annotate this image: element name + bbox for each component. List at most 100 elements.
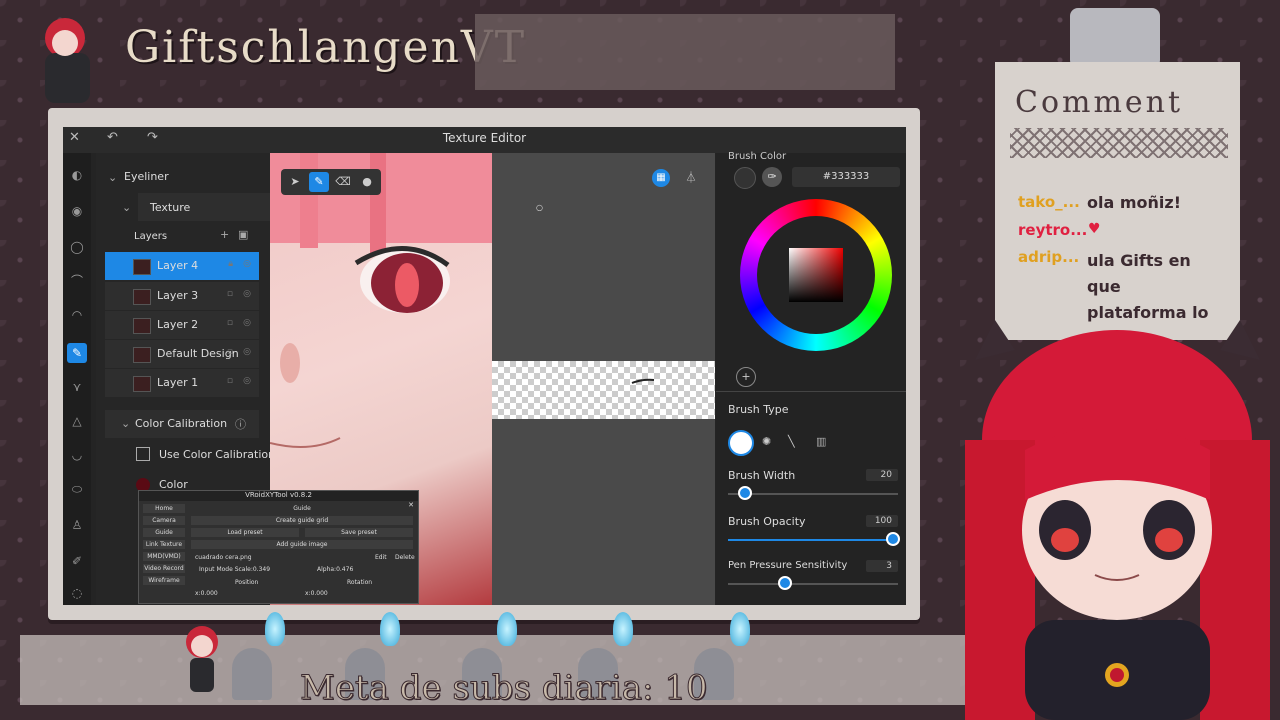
nav-wireframe[interactable]: Wireframe (143, 576, 185, 585)
position-x[interactable]: x:0.000 (195, 590, 218, 597)
accessory-tool-icon[interactable]: ◌ (67, 583, 87, 603)
lock-icon[interactable]: ▫ (227, 318, 233, 328)
nose-tool-icon[interactable]: △ (67, 411, 87, 431)
save-preset-button[interactable]: Save preset (305, 528, 413, 537)
lock-icon[interactable]: 🔒︎ (228, 259, 233, 269)
mirror-toggle-icon[interactable]: ⏃ (682, 169, 700, 187)
brush-width-label: Brush Width (728, 469, 796, 482)
slider-knob[interactable] (738, 486, 752, 500)
add-swatch-icon[interactable]: + (736, 367, 756, 387)
grid-toggle-icon[interactable]: ▦ (652, 169, 670, 187)
visibility-icon[interactable]: ◎ (243, 376, 251, 386)
eye-tool-icon[interactable]: ◉ (67, 201, 87, 221)
wheel-inner (757, 216, 875, 334)
layer-row[interactable]: Layer 2 ▫ ◎ (105, 311, 259, 339)
alpha-value[interactable]: Alpha:0.476 (317, 566, 353, 573)
layer-row[interactable]: Layer 1 ▫ ◎ (105, 369, 259, 397)
input-mode-scale[interactable]: Input Mode Scale:0.349 (199, 566, 270, 573)
edit-button[interactable]: Edit (375, 554, 387, 561)
line-brush-icon[interactable]: ╲ (788, 435, 795, 448)
hair-tool-icon[interactable]: ◐ (67, 165, 87, 185)
nav-mmd[interactable]: MMD(VMD) (143, 552, 185, 561)
lashes-tool-icon[interactable]: ⋎ (67, 377, 87, 397)
import-layer-icon[interactable]: ▣ (238, 228, 248, 241)
round-brush-icon[interactable] (728, 430, 754, 456)
visibility-icon[interactable]: ◎ (243, 318, 251, 328)
comment-message: ola moñiz! (1087, 193, 1181, 212)
channel-title: GiftschlangenVT (125, 22, 527, 73)
nav-home[interactable]: Home (143, 504, 185, 513)
lock-icon[interactable]: ▫ (227, 289, 233, 299)
layer-name: Layer 2 (157, 318, 199, 331)
brush-opacity-value[interactable]: 100 (866, 515, 898, 527)
texture-label[interactable]: Texture (150, 201, 190, 214)
layer-row[interactable]: Default Design ▫ ◎ (105, 340, 259, 368)
nav-camera[interactable]: Camera (143, 516, 185, 525)
load-preset-button[interactable]: Load preset (191, 528, 299, 537)
eyeliner-tool-icon[interactable]: ✎ (67, 343, 87, 363)
current-color-swatch[interactable] (734, 167, 756, 189)
use-color-calibration-label: Use Color Calibration (159, 448, 276, 461)
layer-row[interactable]: Layer 3 ▫ ◎ (105, 282, 259, 310)
slider-knob[interactable] (778, 576, 792, 590)
brush-width-slider[interactable] (728, 486, 898, 500)
pen-pressure-slider[interactable] (728, 576, 898, 590)
visibility-icon[interactable]: ◎ (243, 289, 251, 299)
mouth-tool-icon[interactable]: ◡ (67, 445, 87, 465)
fill-tool-icon[interactable]: ● (357, 172, 377, 192)
comment-user: adrip... (1018, 248, 1080, 266)
nav-link-texture[interactable]: Link Texture (143, 540, 185, 549)
add-guide-image-button[interactable]: Add guide image (191, 540, 413, 549)
texture-canvas[interactable]: ▦ ⏃ ○ (492, 153, 715, 605)
shoe-tool-icon[interactable]: ♙ (67, 515, 87, 535)
layer-name: Layer 4 (157, 259, 199, 272)
vroidxytool-window: VRoidXYTool v0.8.2 ✕ Home Camera Guide L… (138, 490, 419, 604)
lock-icon[interactable]: ▫ (227, 347, 233, 357)
help-icon[interactable]: ⓘ (235, 416, 246, 432)
layer-name: Layer 3 (157, 289, 199, 302)
right-panel: Brush Color ✑ #333333 + Brush Type ✺ ╲ ▥… (716, 151, 906, 605)
nav-video-record[interactable]: Video Record (143, 564, 185, 573)
guide-header: Guide (293, 505, 311, 512)
soft-brush-icon[interactable]: ✺ (762, 435, 771, 448)
eyeliner-label[interactable]: Eyeliner (124, 170, 169, 183)
create-guide-grid-button[interactable]: Create guide grid (191, 516, 413, 525)
brush-type-label: Brush Type (728, 403, 789, 416)
pen-pressure-value[interactable]: 3 (866, 560, 898, 572)
face-tool-icon[interactable]: ◯ (67, 237, 87, 257)
eyeliner-chevron-icon[interactable]: ⌄ (108, 171, 117, 184)
emote-icon: ♥ (1088, 221, 1101, 237)
pen-tool-icon[interactable]: ✐ (67, 551, 87, 571)
lock-icon[interactable]: ▫ (227, 376, 233, 386)
add-layer-icon[interactable]: + (220, 228, 229, 241)
eraser-tool-icon[interactable]: ⌫ (333, 172, 353, 192)
brush-opacity-slider[interactable] (728, 532, 900, 546)
visibility-icon[interactable]: ◎ (243, 347, 251, 357)
hex-input[interactable]: #333333 (792, 167, 900, 187)
layer-row[interactable]: Layer 4 🔒︎ ◎ (105, 252, 259, 280)
calibration-checkbox[interactable] (136, 447, 150, 461)
nav-guide[interactable]: Guide (143, 528, 185, 537)
body-tool-icon[interactable]: ⬭ (67, 479, 87, 499)
ear-tool-icon[interactable]: ◠ (67, 305, 87, 325)
transparent-texture-area (492, 361, 715, 419)
color-calibration-section[interactable]: ⌄ Color Calibration ⓘ (105, 410, 259, 438)
visibility-icon[interactable]: ◎ (243, 259, 251, 269)
layer-thumbnail (133, 347, 151, 363)
rotation-x[interactable]: x:0.000 (305, 590, 328, 597)
eyeliner-stroke (631, 378, 655, 384)
delete-button[interactable]: Delete (395, 554, 415, 561)
pen-tool-icon[interactable]: ✎ (309, 172, 329, 192)
saturation-value-square[interactable] (789, 248, 843, 302)
comment-user: reytro... (1018, 221, 1088, 239)
slider-knob[interactable] (886, 532, 900, 546)
hue-wheel[interactable] (740, 199, 892, 351)
texture-brush-icon[interactable]: ▥ (816, 435, 826, 448)
window-title: Texture Editor (442, 131, 527, 145)
title-plate (475, 14, 895, 90)
select-tool-icon[interactable]: ➤ (285, 172, 305, 192)
texture-chevron-icon[interactable]: ⌄ (122, 201, 131, 214)
brush-width-value[interactable]: 20 (866, 469, 898, 481)
brow-tool-icon[interactable]: ⌒ (67, 271, 87, 291)
eyedropper-icon[interactable]: ✑ (762, 167, 782, 187)
